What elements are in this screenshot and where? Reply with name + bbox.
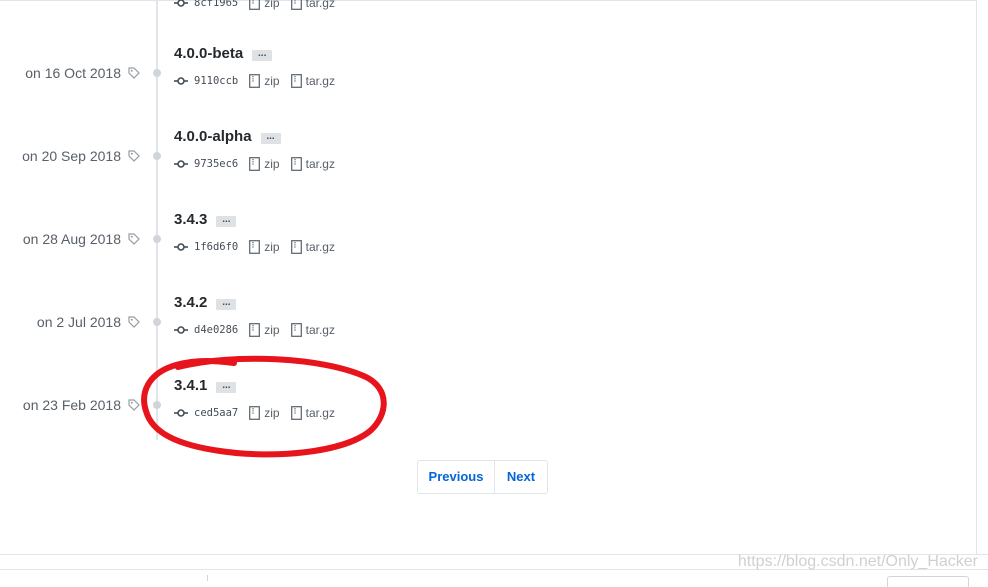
tag-icon <box>128 67 140 79</box>
release-meta: 9735ec6 zip tar.gz <box>174 156 346 172</box>
release-meta: 9110ccb zip tar.gz <box>174 73 346 89</box>
previous-page-button[interactable]: Previous <box>418 461 495 493</box>
expand-ellipsis-button[interactable]: ... <box>216 381 237 393</box>
watermark-text: https://blog.csdn.net/Only_Hacker <box>737 553 978 570</box>
file-zip-icon <box>249 74 261 88</box>
file-zip-icon <box>249 240 261 254</box>
release-meta: 1f6d6f0 zip tar.gz <box>174 239 346 255</box>
zip-label: zip <box>264 406 280 420</box>
tag-icon <box>128 399 140 411</box>
download-zip-link[interactable]: zip <box>249 406 280 420</box>
timeline-dot <box>153 152 161 160</box>
commit-sha-link[interactable]: d4e0286 <box>194 324 238 336</box>
release-item: on 16 Oct 2018 4.0.0-beta... 9110ccb zip… <box>0 45 700 135</box>
zip-label: zip <box>264 240 280 254</box>
download-targz-link[interactable]: tar.gz <box>290 0 335 10</box>
zip-label: zip <box>264 157 280 171</box>
commit-sha-link[interactable]: ced5aa7 <box>194 407 238 419</box>
release-item: on 2 Jul 2018 3.4.2... d4e0286 zip tar.g… <box>0 294 700 384</box>
git-commit-icon <box>174 0 188 7</box>
release-title-link[interactable]: 4.0.0-alpha <box>174 128 252 145</box>
commit-sha-link[interactable]: 1f6d6f0 <box>194 241 238 253</box>
release-item: on 28 Aug 2018 3.4.3... 1f6d6f0 zip tar.… <box>0 211 700 301</box>
expand-ellipsis-button[interactable]: ... <box>216 298 237 310</box>
expand-ellipsis-button[interactable]: ... <box>260 132 281 144</box>
git-commit-icon <box>174 160 188 168</box>
tag-icon <box>128 233 140 245</box>
release-date: on 23 Feb 2018 <box>22 397 121 413</box>
file-zip-icon <box>290 406 302 420</box>
release-title-link[interactable]: 3.4.3 <box>174 211 207 228</box>
download-targz-link[interactable]: tar.gz <box>290 157 335 171</box>
timeline-dot <box>153 318 161 326</box>
targz-label: tar.gz <box>305 74 335 88</box>
release-title: 3.4.2... <box>174 294 237 311</box>
git-commit-icon <box>174 326 188 334</box>
download-targz-link[interactable]: tar.gz <box>290 240 335 254</box>
file-zip-icon <box>290 74 302 88</box>
release-meta: 8cf1965 zip tar.gz <box>174 0 346 11</box>
git-commit-icon <box>174 77 188 85</box>
targz-label: tar.gz <box>305 0 335 10</box>
frame-right-border <box>976 0 977 555</box>
download-zip-link[interactable]: zip <box>249 0 280 10</box>
release-date: on 2 Jul 2018 <box>36 314 121 330</box>
file-zip-icon <box>290 157 302 171</box>
release-title: 4.0.0-beta... <box>174 45 273 62</box>
download-targz-link[interactable]: tar.gz <box>290 74 335 88</box>
release-date: on 20 Sep 2018 <box>22 148 121 164</box>
footer-button-edge[interactable] <box>887 576 969 587</box>
release-item: on 23 Feb 2018 3.4.1... ced5aa7 zip tar.… <box>0 377 700 467</box>
file-zip-icon <box>249 323 261 337</box>
targz-label: tar.gz <box>305 323 335 337</box>
commit-sha-link[interactable]: 8cf1965 <box>194 0 238 9</box>
release-title-link[interactable]: 4.0.0-beta <box>174 45 243 62</box>
tag-icon <box>128 316 140 328</box>
release-meta: ced5aa7 zip tar.gz <box>174 405 346 421</box>
pagination: Previous Next <box>417 460 548 494</box>
download-zip-link[interactable]: zip <box>249 74 280 88</box>
tag-icon <box>128 150 140 162</box>
file-zip-icon <box>290 0 302 10</box>
release-meta: d4e0286 zip tar.gz <box>174 322 346 338</box>
release-item: on 20 Sep 2018 4.0.0-alpha... 9735ec6 zi… <box>0 128 700 218</box>
release-title: 3.4.3... <box>174 211 237 228</box>
release-date: on 28 Aug 2018 <box>22 231 121 247</box>
release-item: 8cf1965 zip tar.gz <box>0 0 700 57</box>
release-title: 3.4.1... <box>174 377 237 394</box>
download-targz-link[interactable]: tar.gz <box>290 406 335 420</box>
git-commit-icon <box>174 409 188 417</box>
file-zip-icon <box>249 0 261 10</box>
footer-tick <box>207 575 208 581</box>
timeline-dot <box>153 235 161 243</box>
download-zip-link[interactable]: zip <box>249 157 280 171</box>
release-title: 4.0.0-alpha... <box>174 128 281 145</box>
commit-sha-link[interactable]: 9110ccb <box>194 75 238 87</box>
commit-sha-link[interactable]: 9735ec6 <box>194 158 238 170</box>
timeline-dot <box>153 401 161 409</box>
expand-ellipsis-button[interactable]: ... <box>252 49 273 61</box>
file-zip-icon <box>290 240 302 254</box>
download-zip-link[interactable]: zip <box>249 323 280 337</box>
release-title-link[interactable]: 3.4.2 <box>174 294 207 311</box>
release-title-link[interactable]: 3.4.1 <box>174 377 207 394</box>
file-zip-icon <box>249 406 261 420</box>
next-page-button[interactable]: Next <box>495 461 547 493</box>
targz-label: tar.gz <box>305 157 335 171</box>
zip-label: zip <box>264 74 280 88</box>
file-zip-icon <box>249 157 261 171</box>
zip-label: zip <box>264 323 280 337</box>
git-commit-icon <box>174 243 188 251</box>
zip-label: zip <box>264 0 280 10</box>
targz-label: tar.gz <box>305 240 335 254</box>
timeline-dot <box>153 69 161 77</box>
download-targz-link[interactable]: tar.gz <box>290 323 335 337</box>
release-date: on 16 Oct 2018 <box>25 65 121 81</box>
file-zip-icon <box>290 323 302 337</box>
targz-label: tar.gz <box>305 406 335 420</box>
expand-ellipsis-button[interactable]: ... <box>216 215 237 227</box>
download-zip-link[interactable]: zip <box>249 240 280 254</box>
